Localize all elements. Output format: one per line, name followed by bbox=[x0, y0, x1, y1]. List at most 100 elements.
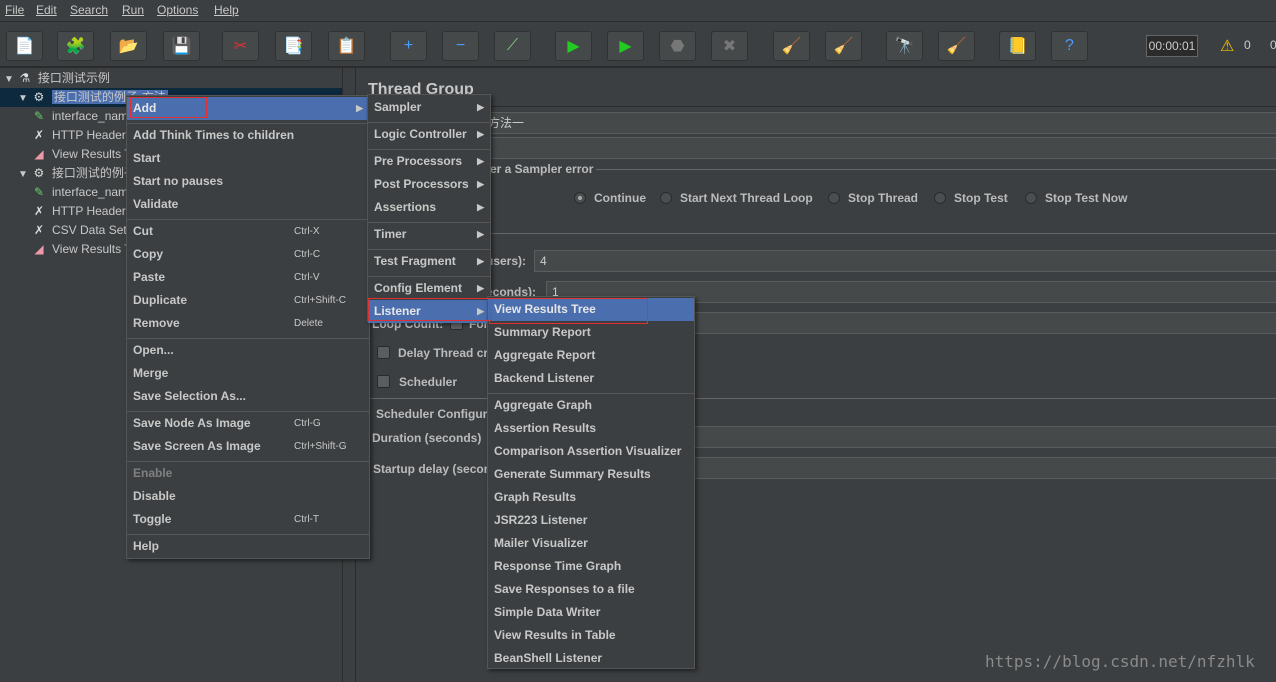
clear-button[interactable]: 🧹 bbox=[773, 31, 810, 61]
listener-save-responses-to-a-file[interactable]: Save Responses to a file bbox=[488, 578, 694, 601]
open-button[interactable]: 📂 bbox=[110, 31, 147, 61]
clear-all-button[interactable]: 🧹 bbox=[825, 31, 862, 61]
new-button[interactable]: 📄 bbox=[6, 31, 43, 61]
expand-arrow-icon[interactable]: ▼ bbox=[18, 93, 28, 104]
tree-item[interactable]: ✎ interface_name bbox=[30, 107, 135, 126]
listener-graph-results[interactable]: Graph Results bbox=[488, 486, 694, 509]
threads-field[interactable]: 4 bbox=[534, 250, 1276, 272]
duration-field[interactable] bbox=[686, 426, 1276, 448]
menu-help[interactable]: Help bbox=[214, 3, 239, 17]
function-helper-button[interactable]: 📒 bbox=[999, 31, 1036, 61]
ctx-toggle[interactable]: Toggle Ctrl-T bbox=[127, 508, 369, 531]
add-config-element[interactable]: Config Element ▶ bbox=[368, 277, 490, 300]
startup-delay-field[interactable] bbox=[686, 457, 1276, 479]
menu-item-label: Help bbox=[133, 539, 160, 553]
ctx-start[interactable]: Start bbox=[127, 147, 369, 170]
listener-view-results-in-table[interactable]: View Results in Table bbox=[488, 624, 694, 647]
ctx-save-node-as-image[interactable]: Save Node As Image Ctrl-G bbox=[127, 412, 369, 435]
listener-aggregate-report[interactable]: Aggregate Report bbox=[488, 344, 694, 367]
new-icon: 📄 bbox=[14, 38, 35, 55]
ctx-open[interactable]: Open... bbox=[127, 339, 369, 362]
shutdown-button[interactable]: ✖ bbox=[711, 31, 748, 61]
tree-item[interactable]: ✎ interface_name bbox=[30, 183, 135, 202]
name-field[interactable]: 子-方法一 bbox=[466, 112, 1276, 134]
test-plan-icon: ⚗ bbox=[19, 71, 31, 85]
help-button[interactable]: ? bbox=[1051, 31, 1088, 61]
ctx-enable[interactable]: Enable bbox=[127, 462, 369, 485]
radio-continue[interactable] bbox=[574, 192, 586, 204]
listener-aggregate-graph[interactable]: Aggregate Graph bbox=[488, 394, 694, 417]
listener-backend-listener[interactable]: Backend Listener bbox=[488, 367, 694, 390]
ctx-save-selection-as[interactable]: Save Selection As... bbox=[127, 385, 369, 408]
listener-summary-report[interactable]: Summary Report bbox=[488, 321, 694, 344]
expand-button[interactable]: + bbox=[390, 31, 427, 61]
listener-mailer-visualizer[interactable]: Mailer Visualizer bbox=[488, 532, 694, 555]
stop-button[interactable]: ⬣ bbox=[659, 31, 696, 61]
search-button[interactable]: 🔭 bbox=[886, 31, 923, 61]
scheduler-checkbox[interactable] bbox=[377, 375, 390, 388]
cut-button[interactable]: ✂ bbox=[222, 31, 259, 61]
ctx-disable[interactable]: Disable bbox=[127, 485, 369, 508]
paste-button[interactable]: 📋 bbox=[328, 31, 365, 61]
menu-file[interactable]: File bbox=[5, 3, 24, 17]
start-no-pause-button[interactable]: ▶ bbox=[607, 31, 644, 61]
expand-arrow-icon[interactable]: ▼ bbox=[4, 74, 14, 85]
add-sampler[interactable]: Sampler ▶ bbox=[368, 96, 490, 119]
loop-count-field[interactable] bbox=[686, 312, 1276, 334]
listener-comparison-assertion-visualizer[interactable]: Comparison Assertion Visualizer bbox=[488, 440, 694, 463]
ctx-cut[interactable]: Cut Ctrl-X bbox=[127, 220, 369, 243]
menu-run[interactable]: Run bbox=[122, 3, 144, 17]
listener-beanshell-listener[interactable]: BeanShell Listener bbox=[488, 647, 694, 670]
listener-assertion-results[interactable]: Assertion Results bbox=[488, 417, 694, 440]
ctx-paste[interactable]: Paste Ctrl-V bbox=[127, 266, 369, 289]
add-pre-processors[interactable]: Pre Processors ▶ bbox=[368, 150, 490, 173]
templates-button[interactable]: 🧩 bbox=[57, 31, 94, 61]
copy-button[interactable]: 📑 bbox=[275, 31, 312, 61]
menu-bar: File Edit Search Run Options Help bbox=[0, 0, 1276, 22]
listener-simple-data-writer[interactable]: Simple Data Writer bbox=[488, 601, 694, 624]
ctx-validate[interactable]: Validate bbox=[127, 193, 369, 216]
radio-start-next-thread-loop[interactable] bbox=[660, 192, 672, 204]
collapse-button[interactable]: − bbox=[442, 31, 479, 61]
radio-stop-thread[interactable] bbox=[828, 192, 840, 204]
menu-search[interactable]: Search bbox=[70, 3, 108, 17]
ctx-save-screen-as-image[interactable]: Save Screen As Image Ctrl+Shift-G bbox=[127, 435, 369, 458]
radio-stop-test[interactable] bbox=[934, 192, 946, 204]
listener-jsr223-listener[interactable]: JSR223 Listener bbox=[488, 509, 694, 532]
radio-label: Stop Test bbox=[954, 191, 1008, 205]
ctx-help[interactable]: Help bbox=[127, 535, 369, 558]
menu-item-label: Generate Summary Results bbox=[494, 467, 651, 481]
reset-search-button[interactable]: 🧹 bbox=[938, 31, 975, 61]
radio-label: Stop Thread bbox=[848, 191, 919, 205]
start-no-pause-icon: ▶ bbox=[619, 38, 632, 55]
radio-stop-test-now[interactable] bbox=[1025, 192, 1037, 204]
listener-response-time-graph[interactable]: Response Time Graph bbox=[488, 555, 694, 578]
warning-icon[interactable]: ⚠ bbox=[1220, 36, 1234, 56]
save-button[interactable]: 💾 bbox=[163, 31, 200, 61]
ctx-remove[interactable]: Remove Delete bbox=[127, 312, 369, 335]
tree-item[interactable]: ▼ ⚗ 接口测试示例 bbox=[4, 69, 110, 88]
add-timer[interactable]: Timer ▶ bbox=[368, 223, 490, 246]
menu-item-label: Response Time Graph bbox=[494, 559, 622, 573]
scheduler-label: Scheduler bbox=[399, 375, 458, 389]
listener-generate-summary-results[interactable]: Generate Summary Results bbox=[488, 463, 694, 486]
watermark: https://blog.csdn.net/nfzhlk bbox=[985, 652, 1255, 671]
ctx-start-no-pauses[interactable]: Start no pauses bbox=[127, 170, 369, 193]
tree-item[interactable]: ▼ ⚙ 接口测试的例子 bbox=[18, 164, 136, 183]
ctx-copy[interactable]: Copy Ctrl-C bbox=[127, 243, 369, 266]
ctx-add-think-times-to-children[interactable]: Add Think Times to children bbox=[127, 124, 369, 147]
menu-edit[interactable]: Edit bbox=[36, 3, 57, 17]
start-button[interactable]: ▶ bbox=[555, 31, 592, 61]
add-logic-controller[interactable]: Logic Controller ▶ bbox=[368, 123, 490, 146]
toggle-icon: ⟋ bbox=[506, 37, 519, 54]
add-assertions[interactable]: Assertions ▶ bbox=[368, 196, 490, 219]
expand-arrow-icon[interactable]: ▼ bbox=[18, 169, 28, 180]
add-test-fragment[interactable]: Test Fragment ▶ bbox=[368, 250, 490, 273]
comments-field[interactable] bbox=[466, 137, 1276, 159]
menu-options[interactable]: Options bbox=[157, 3, 198, 17]
add-post-processors[interactable]: Post Processors ▶ bbox=[368, 173, 490, 196]
toggle-button[interactable]: ⟋ bbox=[494, 31, 531, 61]
delay-thread-checkbox[interactable] bbox=[377, 346, 390, 359]
ctx-merge[interactable]: Merge bbox=[127, 362, 369, 385]
ctx-duplicate[interactable]: Duplicate Ctrl+Shift-C bbox=[127, 289, 369, 312]
